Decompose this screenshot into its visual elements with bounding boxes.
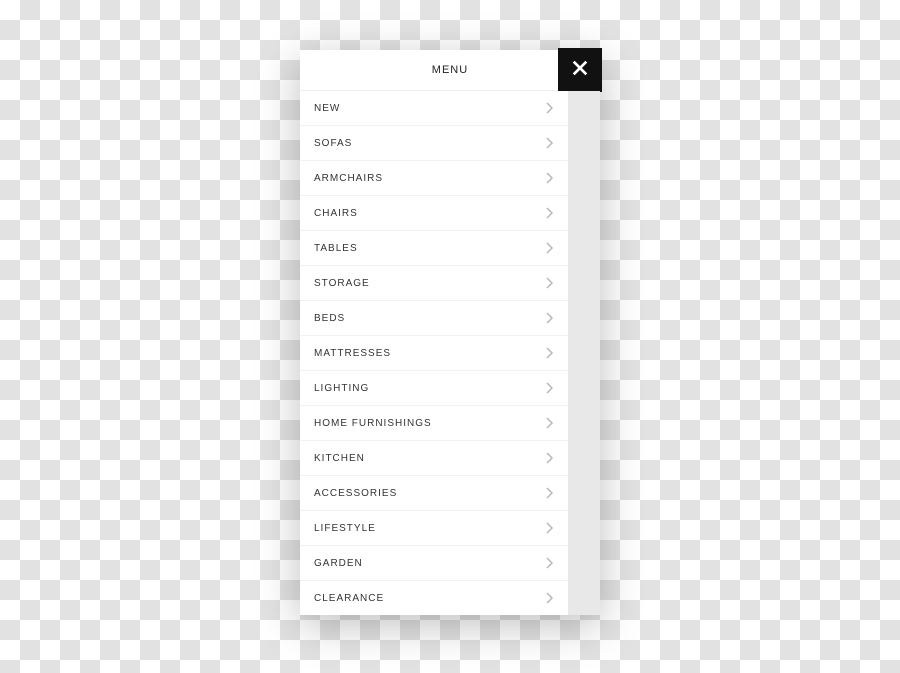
menu-item-armchairs[interactable]: ARMCHAIRS xyxy=(300,161,568,196)
menu-item-label: ACCESSORIES xyxy=(314,488,397,499)
menu-item-beds[interactable]: BEDS xyxy=(300,301,568,336)
chevron-right-icon xyxy=(546,312,554,324)
chevron-right-icon xyxy=(546,277,554,289)
menu-item-label: HOME FURNISHINGS xyxy=(314,418,432,429)
menu-item-clearance[interactable]: CLEARANCE xyxy=(300,581,568,615)
chevron-right-icon xyxy=(546,172,554,184)
menu-item-label: GARDEN xyxy=(314,558,363,569)
menu-item-home-furnishings[interactable]: HOME FURNISHINGS xyxy=(300,406,568,441)
menu-list: NEW SOFAS ARMCHAIRS CHAIRS TABLES STORAGE BEDS… xyxy=(300,91,568,615)
menu-item-label: TABLES xyxy=(314,243,358,254)
menu-item-lighting[interactable]: LIGHTING xyxy=(300,371,568,406)
menu-item-label: LIGHTING xyxy=(314,383,369,394)
menu-item-label: CLEARANCE xyxy=(314,593,384,604)
menu-item-lifestyle[interactable]: LIFESTYLE xyxy=(300,511,568,546)
chevron-right-icon xyxy=(546,347,554,359)
chevron-right-icon xyxy=(546,242,554,254)
chevron-right-icon xyxy=(546,137,554,149)
menu-body: NEW SOFAS ARMCHAIRS CHAIRS TABLES STORAGE BEDS… xyxy=(300,91,600,615)
menu-item-label: SOFAS xyxy=(314,138,352,149)
menu-item-mattresses[interactable]: MATTRESSES xyxy=(300,336,568,371)
menu-item-storage[interactable]: STORAGE xyxy=(300,266,568,301)
chevron-right-icon xyxy=(546,522,554,534)
close-icon xyxy=(571,59,589,82)
menu-item-tables[interactable]: TABLES xyxy=(300,231,568,266)
chevron-right-icon xyxy=(546,207,554,219)
menu-panel: MENU NEW SOFAS ARMCHAIRS CHAIRS TABLES STORAG… xyxy=(300,50,600,615)
menu-item-new[interactable]: NEW xyxy=(300,91,568,126)
chevron-right-icon xyxy=(546,452,554,464)
chevron-right-icon xyxy=(546,382,554,394)
menu-header: MENU xyxy=(300,50,600,91)
chevron-right-icon xyxy=(546,592,554,604)
close-button[interactable] xyxy=(558,48,602,92)
chevron-right-icon xyxy=(546,102,554,114)
menu-item-garden[interactable]: GARDEN xyxy=(300,546,568,581)
chevron-right-icon xyxy=(546,557,554,569)
menu-item-label: ARMCHAIRS xyxy=(314,173,383,184)
menu-scroll-gutter xyxy=(568,91,600,615)
menu-item-kitchen[interactable]: KITCHEN xyxy=(300,441,568,476)
menu-item-sofas[interactable]: SOFAS xyxy=(300,126,568,161)
menu-item-chairs[interactable]: CHAIRS xyxy=(300,196,568,231)
menu-item-label: MATTRESSES xyxy=(314,348,391,359)
menu-item-label: LIFESTYLE xyxy=(314,523,376,534)
menu-item-label: KITCHEN xyxy=(314,453,365,464)
menu-item-label: BEDS xyxy=(314,313,345,324)
menu-title: MENU xyxy=(300,50,600,90)
menu-item-label: STORAGE xyxy=(314,278,370,289)
menu-item-label: NEW xyxy=(314,103,340,114)
chevron-right-icon xyxy=(546,417,554,429)
menu-item-label: CHAIRS xyxy=(314,208,358,219)
chevron-right-icon xyxy=(546,487,554,499)
menu-item-accessories[interactable]: ACCESSORIES xyxy=(300,476,568,511)
